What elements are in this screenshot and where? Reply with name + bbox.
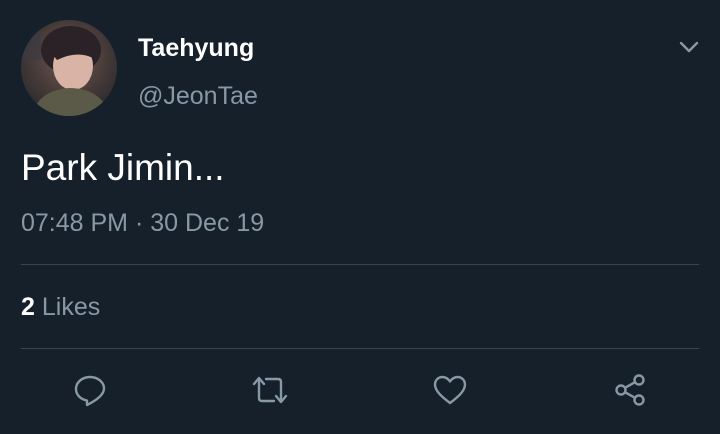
tweet-detail: Taehyung @JeonTae Park Jimin... 07:48 PM…	[0, 0, 720, 434]
retweet-icon	[252, 376, 288, 404]
likes-count: 2	[21, 293, 35, 321]
tweet-timestamp: 07:48 PM · 30 Dec 19	[21, 207, 264, 239]
tweet-text: Park Jimin...	[21, 147, 225, 188]
avatar[interactable]	[21, 20, 117, 116]
divider	[21, 264, 699, 265]
share-button[interactable]	[610, 370, 650, 410]
reply-button[interactable]	[70, 370, 110, 410]
chevron-down-icon[interactable]	[676, 36, 702, 58]
reply-icon	[74, 375, 106, 407]
author-name[interactable]: Taehyung	[138, 32, 254, 64]
tweet-date: 30 Dec 19	[150, 209, 265, 237]
avatar-image	[21, 20, 111, 116]
author-handle[interactable]: @JeonTae	[138, 80, 258, 112]
meta-separator: ·	[134, 209, 144, 237]
likes-stat[interactable]: 2 Likes	[21, 291, 100, 323]
likes-label: Likes	[41, 293, 101, 321]
like-icon	[433, 375, 467, 405]
tweet-time: 07:48 PM	[21, 209, 129, 237]
share-icon	[615, 374, 645, 406]
divider	[21, 348, 699, 349]
like-button[interactable]	[430, 370, 470, 410]
retweet-button[interactable]	[250, 370, 290, 410]
